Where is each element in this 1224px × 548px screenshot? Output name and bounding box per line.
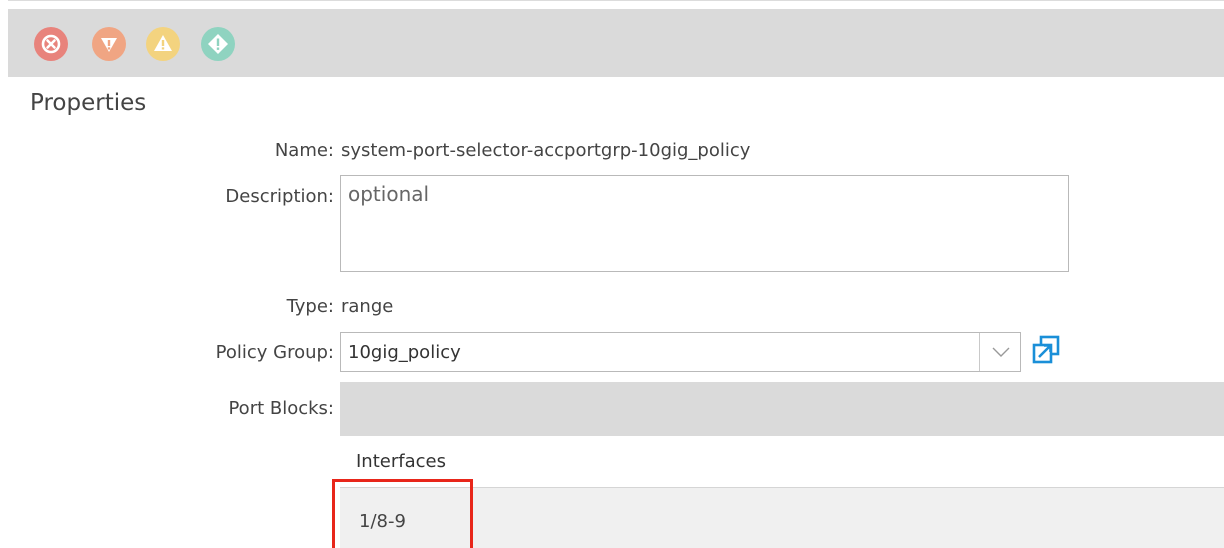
policy-group-label: Policy Group: (215, 342, 334, 363)
properties-title: Properties (30, 90, 147, 116)
select-divider (979, 333, 980, 371)
minor-fault-icon[interactable] (146, 27, 180, 61)
name-label: Name: (274, 140, 334, 161)
fault-toolbar (8, 9, 1224, 77)
critical-fault-icon[interactable] (34, 27, 68, 61)
policy-group-value: 10gig_policy (348, 342, 461, 363)
policy-group-select[interactable]: 10gig_policy (340, 332, 1021, 372)
type-label: Type: (286, 296, 334, 317)
description-label: Description: (225, 186, 334, 207)
highlight-annotation (332, 479, 473, 548)
warning-fault-icon[interactable] (201, 27, 235, 61)
major-fault-icon[interactable] (92, 27, 126, 61)
name-value: system-port-selector-accportgrp-10gig_po… (341, 140, 751, 161)
top-divider (8, 0, 1224, 1)
description-input[interactable] (341, 176, 1068, 271)
description-field[interactable] (340, 175, 1069, 272)
type-value: range (341, 296, 394, 317)
port-blocks-toolbar (340, 382, 1224, 436)
interfaces-column-header[interactable]: Interfaces (356, 451, 446, 472)
chevron-down-icon[interactable] (990, 343, 1012, 361)
open-in-new-window-icon[interactable] (1029, 333, 1063, 367)
port-blocks-label: Port Blocks: (228, 398, 334, 419)
